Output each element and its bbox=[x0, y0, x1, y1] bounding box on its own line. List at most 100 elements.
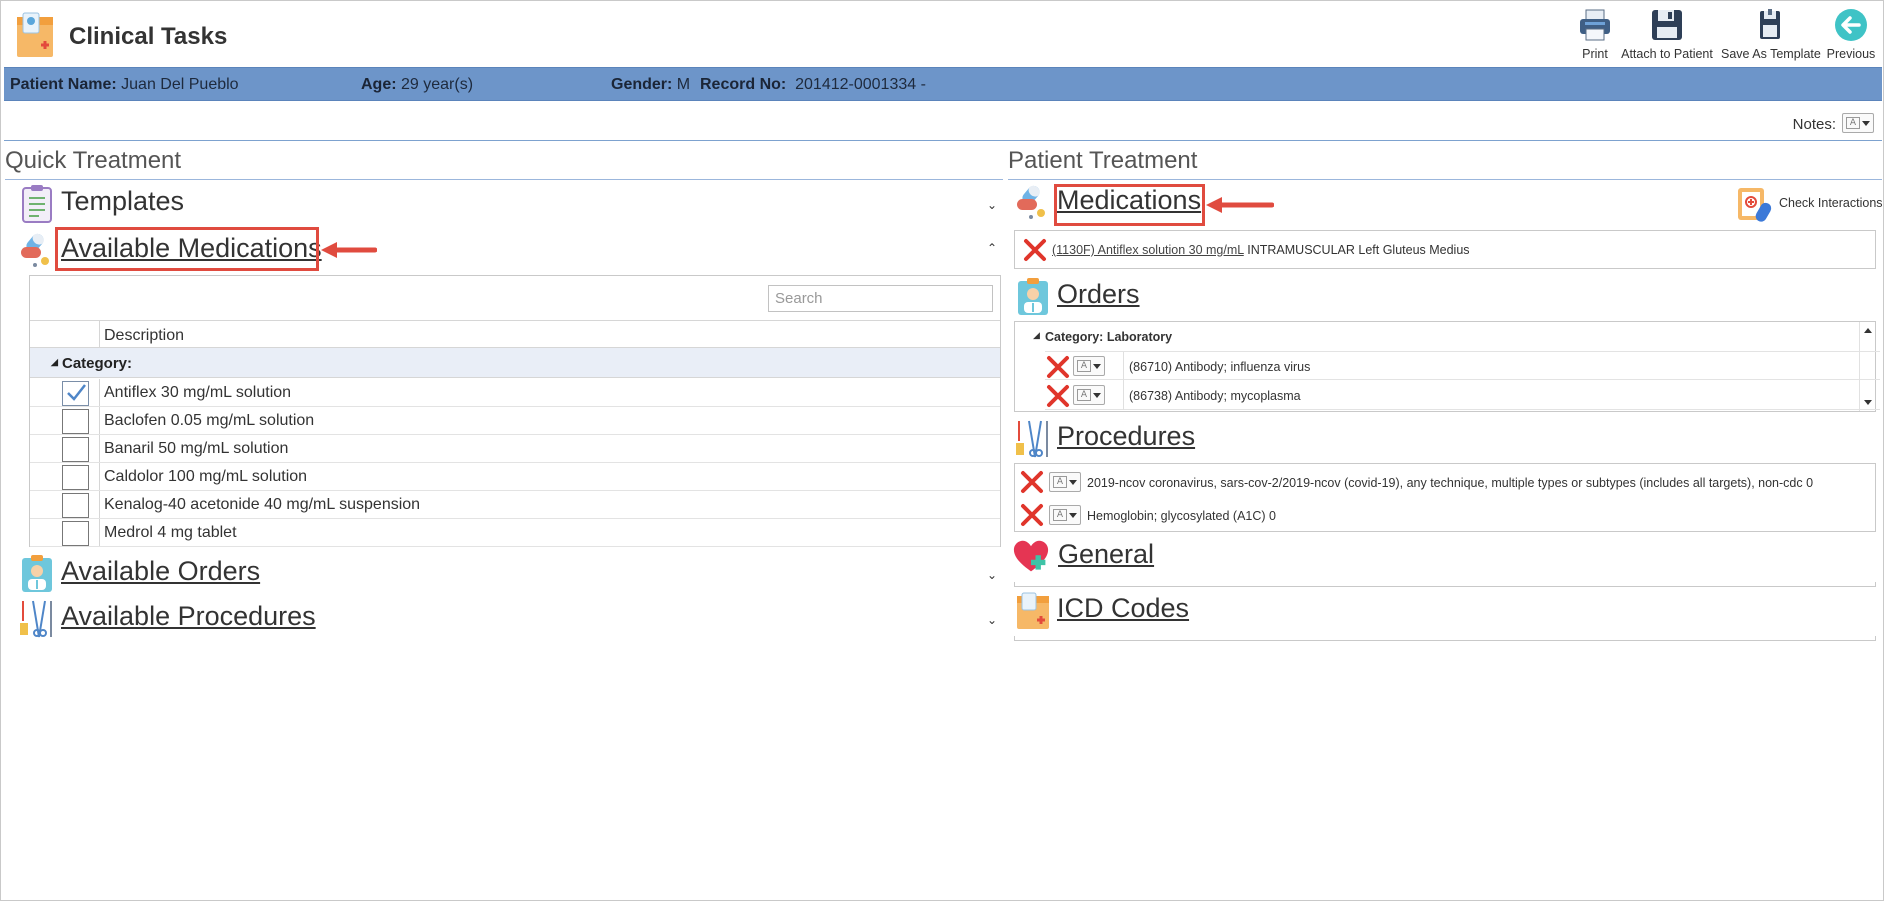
age-field: Age: 29 year(s) bbox=[361, 76, 473, 94]
scroll-up-icon[interactable] bbox=[1864, 328, 1872, 333]
attach-label: Attach to Patient bbox=[1621, 47, 1713, 61]
select-cell bbox=[30, 463, 100, 490]
icd-codes-header[interactable]: ICD Codes bbox=[1057, 593, 1189, 624]
available-orders-header[interactable]: Available Orders bbox=[61, 556, 260, 587]
gender-value: M bbox=[676, 76, 691, 93]
patient-treatment-title: Patient Treatment bbox=[1008, 147, 1198, 174]
collapse-triangle-icon[interactable]: ◢ bbox=[51, 357, 58, 368]
orders-scrollbar[interactable] bbox=[1859, 322, 1875, 411]
select-cell bbox=[30, 407, 100, 434]
select-cell bbox=[30, 435, 100, 462]
medication-description: Banaril 50 mg/mL solution bbox=[104, 440, 289, 457]
remove-x-icon[interactable] bbox=[1045, 383, 1071, 409]
clinical-folder-icon bbox=[1017, 592, 1049, 629]
order-notes-dropdown[interactable]: A bbox=[1073, 356, 1105, 376]
remove-x-icon[interactable] bbox=[1045, 354, 1071, 380]
remove-x-icon[interactable] bbox=[1019, 469, 1045, 495]
category-label: Category: bbox=[62, 355, 133, 372]
notes-label: Notes: bbox=[1792, 116, 1836, 133]
check-interactions-label: Check Interactions bbox=[1779, 196, 1883, 210]
available-orders-section: Available Orders ⌄ bbox=[19, 554, 1003, 592]
order-row: A (86710) Antibody; influenza virus bbox=[1045, 351, 1880, 381]
order-item-text: (86738) Antibody; mycoplasma bbox=[1129, 389, 1301, 403]
save-template-icon bbox=[1760, 9, 1780, 39]
attach-to-patient-button[interactable]: Attach to Patient bbox=[1621, 5, 1713, 65]
grid-header-row: Description bbox=[30, 320, 1000, 348]
table-row[interactable]: Caldolor 100 mg/mL solution bbox=[30, 463, 1000, 491]
available-procedures-section: Available Procedures ⌄ bbox=[19, 599, 1003, 638]
patient-name-field: Patient Name: Juan Del Pueblo bbox=[10, 76, 239, 94]
column-divider bbox=[1123, 381, 1124, 410]
templates-header[interactable]: Templates bbox=[61, 186, 184, 217]
row-checkbox[interactable] bbox=[62, 409, 89, 434]
text-note-icon: A bbox=[1053, 509, 1067, 521]
category-group-row[interactable]: ◢ Category: bbox=[30, 348, 1000, 378]
check-interactions-button[interactable]: Check Interactions bbox=[1736, 184, 1883, 224]
order-notes-dropdown[interactable]: A bbox=[1073, 385, 1105, 405]
scroll-down-icon[interactable] bbox=[1864, 400, 1872, 405]
remove-x-icon[interactable] bbox=[1019, 502, 1045, 528]
save-as-template-button[interactable]: Save As Template bbox=[1721, 5, 1821, 65]
gender-label: Gender: bbox=[611, 76, 673, 93]
notes-dropdown[interactable]: A bbox=[1842, 113, 1874, 133]
description-column-header[interactable]: Description bbox=[104, 327, 184, 345]
column-divider bbox=[1123, 352, 1124, 381]
text-note-icon: A bbox=[1077, 360, 1091, 372]
search-input[interactable] bbox=[768, 285, 993, 312]
medication-description: Baclofen 0.05 mg/mL solution bbox=[104, 412, 315, 429]
general-list bbox=[1014, 582, 1876, 587]
row-checkbox[interactable] bbox=[62, 493, 89, 518]
row-checkbox[interactable] bbox=[62, 381, 89, 406]
chevron-down-icon bbox=[1093, 364, 1101, 369]
chevron-down-icon bbox=[1862, 121, 1870, 126]
page-title: Clinical Tasks bbox=[69, 23, 228, 50]
patient-name-value: Juan Del Pueblo bbox=[121, 76, 239, 93]
row-checkbox[interactable] bbox=[62, 437, 89, 462]
save-template-label: Save As Template bbox=[1721, 47, 1821, 61]
patient-medications-list: (1130F) Antiflex solution 30 mg/mL INTRA… bbox=[1014, 230, 1876, 269]
collapse-triangle-icon[interactable]: ◢ bbox=[1033, 330, 1040, 341]
remove-x-icon[interactable] bbox=[1022, 237, 1048, 263]
medication-item-link[interactable]: (1130F) Antiflex solution 30 mg/mL bbox=[1052, 243, 1244, 257]
quick-treatment-title: Quick Treatment bbox=[5, 147, 182, 174]
medication-description: Medrol 4 mg tablet bbox=[104, 524, 237, 541]
medication-description: Antiflex 30 mg/mL solution bbox=[104, 384, 292, 401]
available-medications-grid: Description ◢ Category: Antiflex 30 mg/m… bbox=[29, 275, 1001, 547]
procedure-item-text: 2019-ncov coronavirus, sars-cov-2/2019-n… bbox=[1087, 476, 1814, 490]
chevron-down-icon[interactable]: ⌄ bbox=[987, 613, 997, 627]
procedures-header[interactable]: Procedures bbox=[1057, 421, 1195, 452]
orders-header[interactable]: Orders bbox=[1057, 279, 1140, 310]
previous-button[interactable]: Previous bbox=[1825, 5, 1877, 65]
procedure-item-text: Hemoglobin; glycosylated (A1C) 0 bbox=[1087, 509, 1276, 523]
clipboard-pill-icon bbox=[1738, 188, 1772, 222]
table-row[interactable]: Antiflex 30 mg/mL solution bbox=[30, 379, 1000, 407]
table-row[interactable]: Kenalog-40 acetonide 40 mg/mL suspension bbox=[30, 491, 1000, 519]
select-cell bbox=[30, 519, 100, 546]
chevron-down-icon[interactable]: ⌄ bbox=[987, 198, 997, 212]
medication-item-detail: INTRAMUSCULAR Left Gluteus Medius bbox=[1247, 243, 1470, 257]
row-checkbox[interactable] bbox=[62, 521, 89, 546]
general-header[interactable]: General bbox=[1058, 539, 1154, 570]
table-row[interactable]: Banaril 50 mg/mL solution bbox=[30, 435, 1000, 463]
row-checkbox[interactable] bbox=[62, 465, 89, 490]
text-note-icon: A bbox=[1053, 476, 1067, 488]
procedures-list: A 2019-ncov coronavirus, sars-cov-2/2019… bbox=[1014, 463, 1876, 532]
procedure-notes-dropdown[interactable]: A bbox=[1049, 472, 1081, 492]
orders-list: ◢ Category: Laboratory A (86710) Antibod… bbox=[1014, 321, 1880, 412]
procedure-notes-dropdown[interactable]: A bbox=[1049, 505, 1081, 525]
surgical-tools-icon bbox=[1016, 420, 1048, 458]
chevron-down-icon bbox=[1069, 513, 1077, 518]
patient-name-label: Patient Name: bbox=[10, 76, 117, 93]
clinical-tasks-window: Clinical Tasks Print Attach to Patient S… bbox=[0, 0, 1884, 901]
record-value: 201412-0001334 - bbox=[795, 76, 926, 93]
table-row[interactable]: Baclofen 0.05 mg/mL solution bbox=[30, 407, 1000, 435]
available-procedures-header[interactable]: Available Procedures bbox=[61, 601, 316, 632]
medication-description: Caldolor 100 mg/mL solution bbox=[104, 468, 308, 485]
table-row[interactable]: Medrol 4 mg tablet bbox=[30, 519, 1000, 547]
notes-row: Notes: A bbox=[4, 105, 1882, 141]
icd-codes-section: ICD Codes bbox=[1015, 591, 1881, 629]
print-button[interactable]: Print bbox=[1573, 5, 1617, 65]
chevron-up-icon[interactable]: ⌃ bbox=[987, 241, 997, 255]
chevron-down-icon[interactable]: ⌄ bbox=[987, 568, 997, 582]
printer-icon bbox=[1580, 9, 1610, 41]
